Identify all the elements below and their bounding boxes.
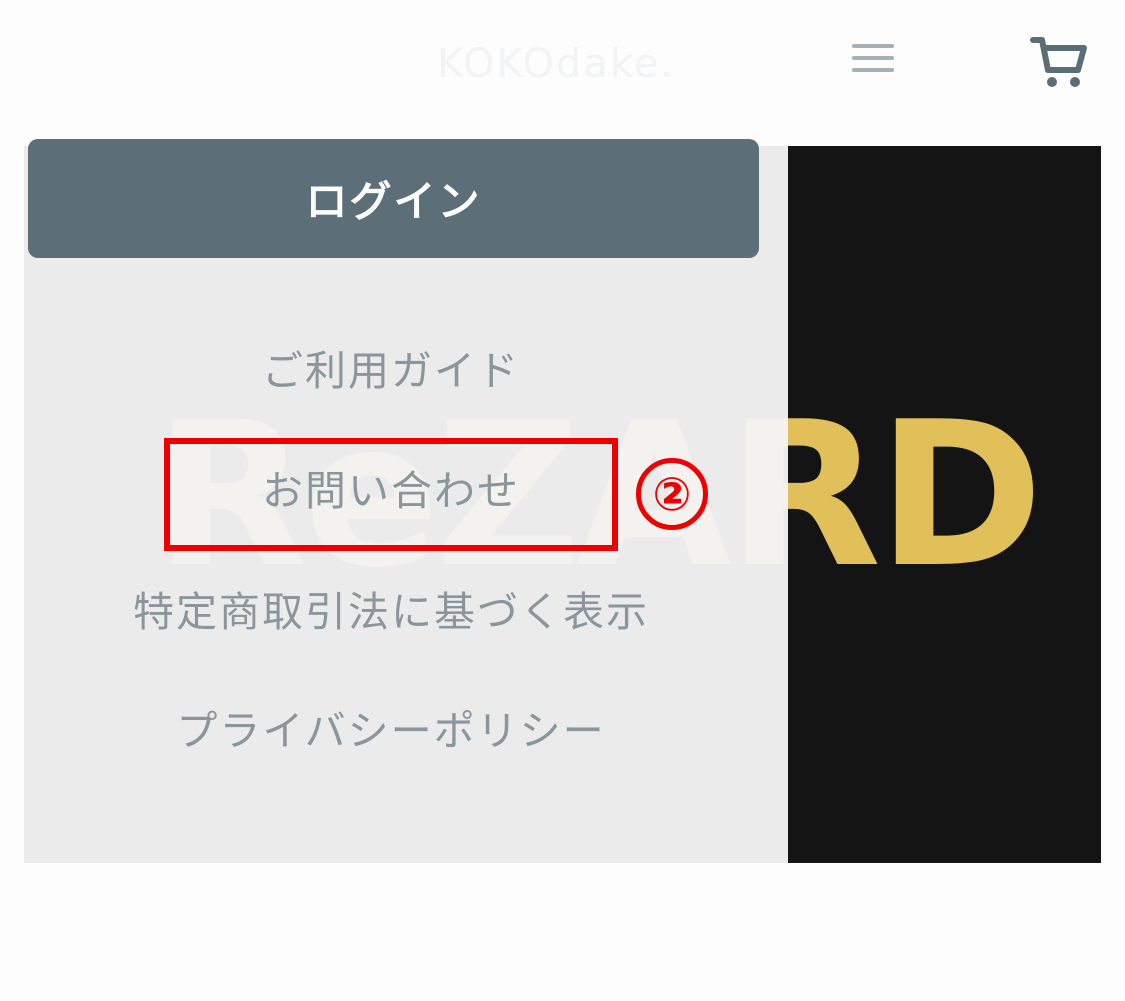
highlight-box bbox=[164, 438, 618, 551]
menu-item-usage-guide[interactable]: ご利用ガイド bbox=[24, 336, 758, 406]
menu-item-privacy-policy[interactable]: プライバシーポリシー bbox=[24, 696, 758, 766]
shopping-cart-icon[interactable] bbox=[1030, 34, 1088, 90]
site-header: KOKOdake. bbox=[0, 0, 1125, 120]
login-button[interactable]: ログイン bbox=[28, 139, 759, 258]
hamburger-menu-icon[interactable] bbox=[852, 44, 896, 74]
brand-logo[interactable]: KOKOdake. bbox=[437, 38, 697, 90]
menu-item-commercial-law[interactable]: 特定商取引法に基づく表示 bbox=[24, 577, 758, 647]
step-number-marker: ② bbox=[636, 458, 708, 530]
